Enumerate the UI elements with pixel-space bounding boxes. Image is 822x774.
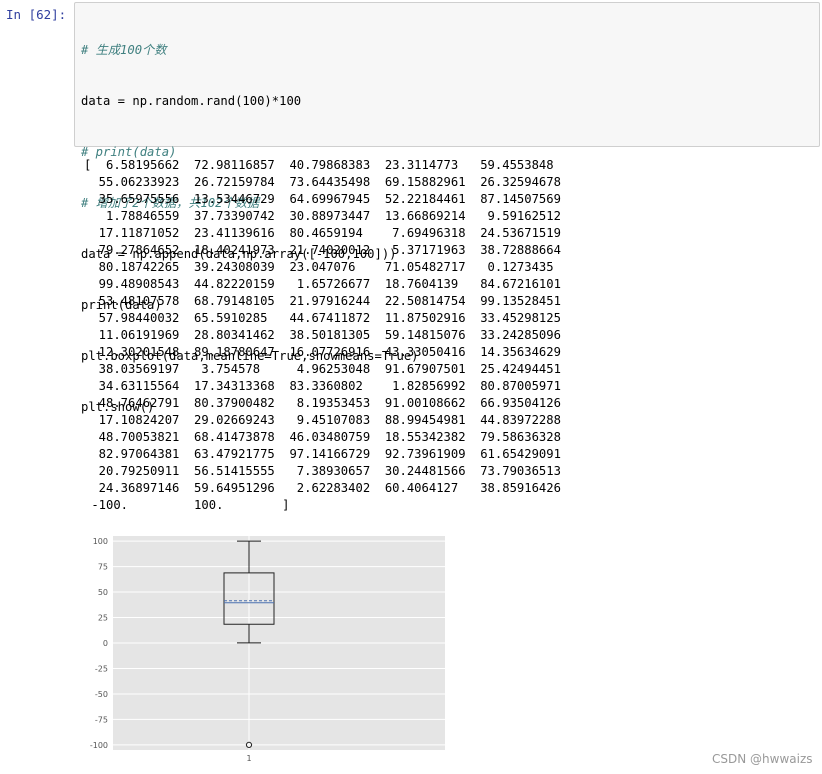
- output-row: -100. 100. ]: [84, 498, 290, 512]
- x-tick-label: 1: [246, 754, 251, 763]
- watermark: CSDN @hwwaizs: [712, 752, 813, 766]
- y-tick-label: 25: [98, 614, 108, 623]
- y-tick-label: -75: [95, 715, 108, 724]
- output-row: 55.06233923 26.72159784 73.64435498 69.1…: [84, 175, 561, 189]
- output-row: 57.98440032 65.5910285 44.67411872 11.87…: [84, 311, 561, 325]
- code-cell-input[interactable]: # 生成100个数 data = np.random.rand(100)*100…: [74, 2, 820, 414]
- y-tick-label: 50: [98, 588, 108, 597]
- code-line: data = np.random.rand(100)*100: [81, 94, 302, 108]
- output-row: 48.70053821 68.41473878 46.03480759 18.5…: [84, 430, 561, 444]
- output-row: 48.76462791 80.37900482 8.19353453 91.00…: [84, 396, 561, 410]
- code-line: # 生成100个数: [81, 43, 167, 57]
- y-tick-label: 75: [98, 563, 108, 572]
- output-row: 80.18742265 39.24308039 23.047076 71.054…: [84, 260, 554, 274]
- y-tick-label: -25: [95, 664, 108, 673]
- output-row: 20.79250911 56.51415555 7.38930657 30.24…: [84, 464, 561, 478]
- cell-output-text: [ 6.58195662 72.98116857 40.79868383 23.…: [84, 157, 561, 514]
- output-row: 38.03569197 3.754578 4.96253048 91.67907…: [84, 362, 561, 376]
- output-row: 79.27864652 18.40241973 21.74020012 5.37…: [84, 243, 561, 257]
- output-row: 34.63115564 17.34313368 83.3360802 1.828…: [84, 379, 561, 393]
- y-tick-label: -50: [95, 690, 108, 699]
- output-row: 12.30201548 89.18780647 16.07726916 43.3…: [84, 345, 561, 359]
- boxplot-chart: 100 75 50 25 0 -25 -50 -75 -100 1: [90, 536, 445, 763]
- y-tick-label: 100: [93, 537, 108, 546]
- output-row: 1.78846559 37.73390742 30.88973447 13.66…: [84, 209, 561, 223]
- y-tick-label: -100: [90, 741, 108, 750]
- output-row: 24.36897146 59.64951296 2.62283402 60.40…: [84, 481, 561, 495]
- output-row: 17.11871052 23.41139616 80.4659194 7.694…: [84, 226, 561, 240]
- boxplot-figure: 100 75 50 25 0 -25 -50 -75 -100 1: [85, 530, 450, 770]
- output-row: 99.48908543 44.82220159 1.65726677 18.76…: [84, 277, 561, 291]
- output-row: 11.06191969 28.80341462 38.50181305 59.1…: [84, 328, 561, 342]
- output-row: [ 6.58195662 72.98116857 40.79868383 23.…: [84, 158, 554, 172]
- y-tick-label: 0: [103, 639, 108, 648]
- output-row: 17.10824207 29.02669243 9.45107083 88.99…: [84, 413, 561, 427]
- output-row: 35.65975556 13.53446729 64.69967945 52.2…: [84, 192, 561, 206]
- output-row: 53.48107578 68.79148105 21.97916244 22.5…: [84, 294, 561, 308]
- cell-prompt: In [62]:: [6, 7, 67, 22]
- output-row: 82.97064381 63.47921775 97.14166729 92.7…: [84, 447, 561, 461]
